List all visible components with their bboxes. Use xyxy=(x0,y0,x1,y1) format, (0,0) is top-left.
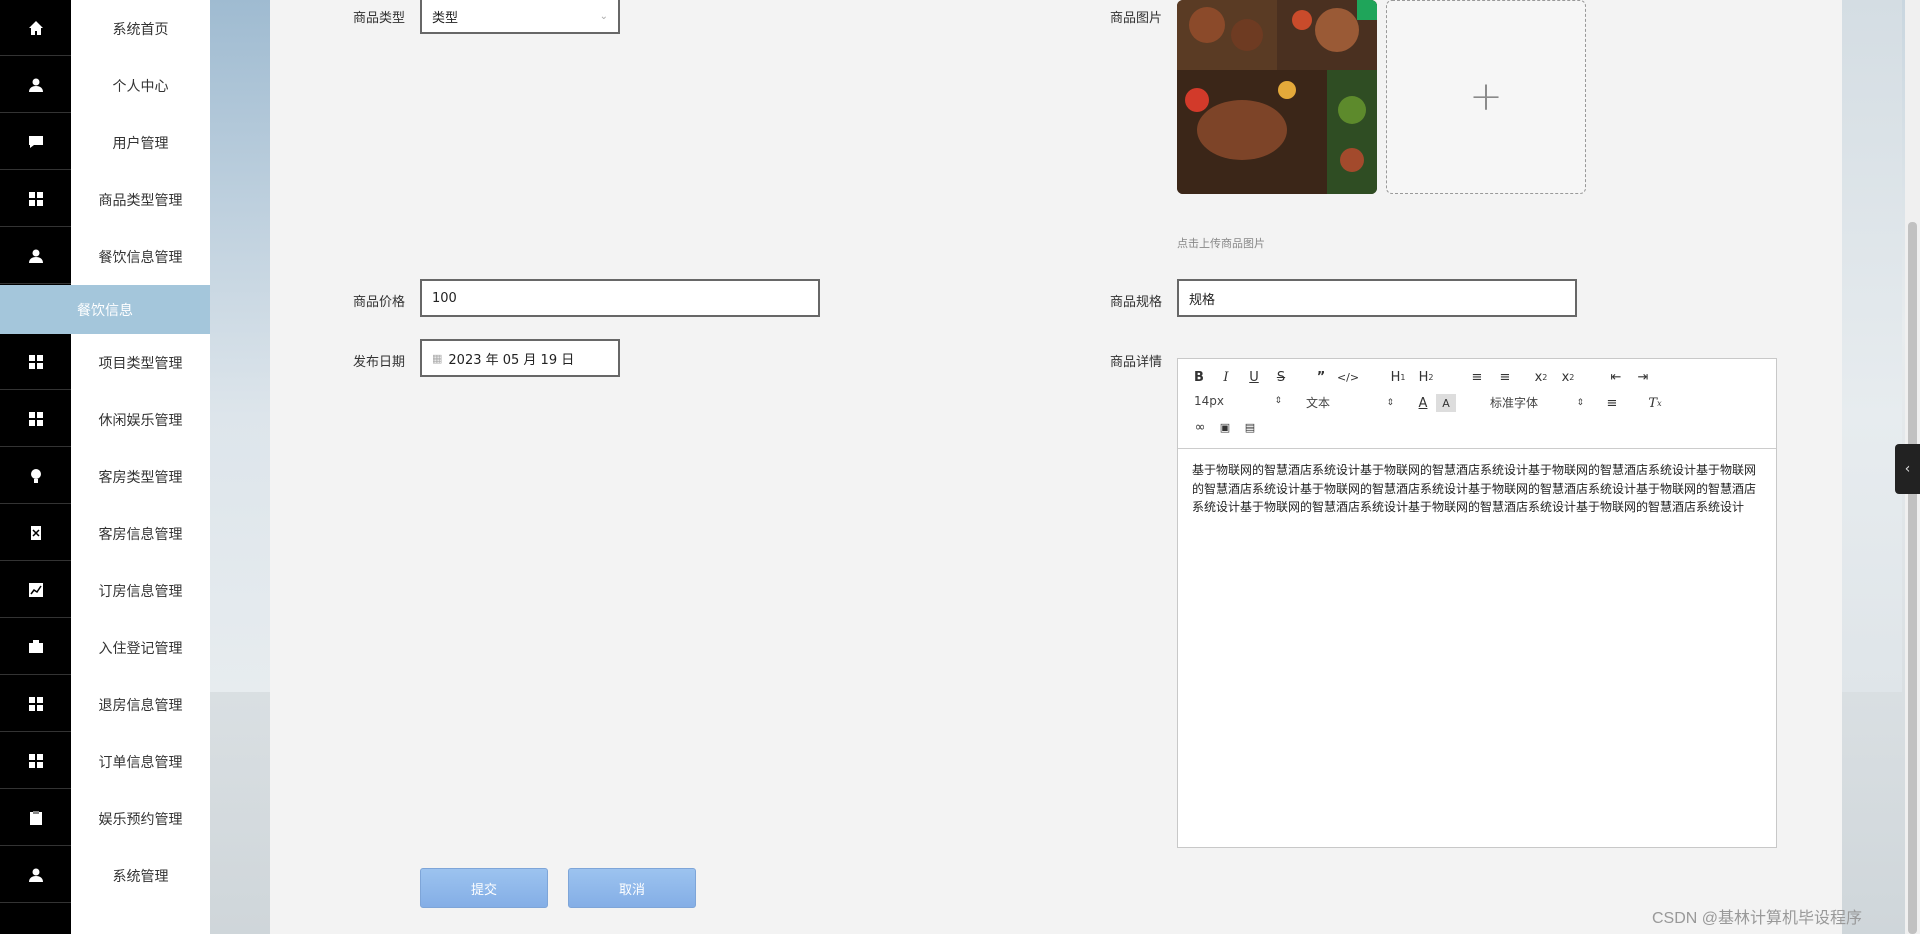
sidebar-menu: 系统首页 个人中心 用户管理 商品类型管理 餐饮信息管理 项目类型管理 休闲娱乐… xyxy=(71,0,210,934)
product-image-thumbnail[interactable] xyxy=(1177,0,1377,194)
calendar-icon: ▦ xyxy=(432,351,443,365)
grid-icon[interactable] xyxy=(0,733,71,789)
background-strip xyxy=(1842,0,1902,692)
sidebar-item-project-types[interactable]: 项目类型管理 xyxy=(71,334,210,391)
header1-icon[interactable]: H1 xyxy=(1386,368,1410,386)
user-icon[interactable] xyxy=(0,228,71,284)
spec-input[interactable]: 规格 xyxy=(1177,279,1577,317)
chat-icon[interactable] xyxy=(0,114,71,170)
bold-icon[interactable]: B xyxy=(1189,368,1209,386)
sidebar-item-system[interactable]: 系统管理 xyxy=(71,847,210,904)
image-upload-hint: 点击上传商品图片 xyxy=(1177,237,1265,250)
underline-icon[interactable]: U xyxy=(1244,368,1264,386)
grid-icon[interactable] xyxy=(0,171,71,227)
spec-label: 商品规格 xyxy=(1110,295,1163,310)
select-arrows-icon: ⇕ xyxy=(1274,396,1282,406)
publish-date-picker[interactable]: ▦ 2023 年 05 月 19 日 xyxy=(420,339,620,377)
editor-toolbar: B I U S ” </> H1 H2 ≡ ≡ x2 x2 ⇤ ⇥ 14px ⇕… xyxy=(1178,359,1776,449)
sidebar-item-rooms[interactable]: 客房信息管理 xyxy=(71,505,210,562)
font-color-icon[interactable]: A xyxy=(1413,394,1433,412)
select-arrows-icon: ⇕ xyxy=(1576,397,1584,408)
link-icon[interactable]: ∞ xyxy=(1190,418,1210,436)
price-label: 商品价格 xyxy=(353,295,406,310)
font-size-select[interactable]: 14px ⇕ xyxy=(1194,394,1282,408)
plus-icon: + xyxy=(1469,74,1503,120)
grid-icon[interactable] xyxy=(0,391,71,447)
block-type-select[interactable]: 文本 ⇕ xyxy=(1306,394,1394,411)
sidebar-item-checkout[interactable]: 退房信息管理 xyxy=(71,676,210,733)
sidebar-item-bookings[interactable]: 订房信息管理 xyxy=(71,562,210,619)
scrollbar-thumb[interactable] xyxy=(1908,222,1917,934)
product-type-select[interactable]: 类型 ⌄ xyxy=(420,0,620,34)
video-icon[interactable]: ▤ xyxy=(1240,418,1260,436)
collapse-toggle[interactable]: ‹ xyxy=(1895,444,1920,494)
product-image-label: 商品图片 xyxy=(1110,11,1163,26)
strikethrough-icon[interactable]: S xyxy=(1271,368,1291,386)
clear-format-icon[interactable]: Tx xyxy=(1645,394,1665,412)
user-icon[interactable] xyxy=(0,847,71,903)
sidebar-item-dining[interactable]: 餐饮信息管理 xyxy=(71,228,210,285)
publish-date-value: 2023 年 05 月 19 日 xyxy=(448,352,575,368)
home-icon[interactable] xyxy=(0,0,71,56)
sidebar-item-checkin[interactable]: 入住登记管理 xyxy=(71,619,210,676)
image-icon[interactable]: ▣ xyxy=(1215,418,1235,436)
sidebar-subitem-dining-info[interactable]: 餐饮信息 xyxy=(0,285,210,334)
price-input[interactable]: 100 xyxy=(420,279,820,317)
indent-icon[interactable]: ⇥ xyxy=(1633,368,1653,386)
grid-icon[interactable] xyxy=(0,676,71,732)
image-upload-button[interactable]: + xyxy=(1386,0,1586,194)
sidebar-item-reservations[interactable]: 娱乐预约管理 xyxy=(71,790,210,847)
code-icon[interactable]: </> xyxy=(1337,368,1359,386)
bulb-icon[interactable] xyxy=(0,448,71,504)
clipboard-icon[interactable] xyxy=(0,790,71,846)
user-icon[interactable] xyxy=(0,57,71,113)
rich-text-editor: B I U S ” </> H1 H2 ≡ ≡ x2 x2 ⇤ ⇥ 14px ⇕… xyxy=(1177,358,1777,848)
font-family-value: 标准字体 xyxy=(1490,396,1539,410)
background-strip xyxy=(210,0,270,692)
background-color-icon[interactable]: A xyxy=(1436,394,1456,412)
grid-icon[interactable] xyxy=(0,334,71,390)
outdent-icon[interactable]: ⇤ xyxy=(1606,368,1626,386)
sidebar-item-orders[interactable]: 订单信息管理 xyxy=(71,733,210,790)
chart-icon[interactable] xyxy=(0,562,71,618)
briefcase-icon[interactable] xyxy=(0,619,71,675)
editor-content[interactable]: 基于物联网的智慧酒店系统设计基于物联网的智慧酒店系统设计基于物联网的智慧酒店系统… xyxy=(1178,449,1776,529)
publish-date-label: 发布日期 xyxy=(353,355,406,370)
product-type-label: 商品类型 xyxy=(353,11,406,26)
superscript-icon[interactable]: x2 xyxy=(1558,368,1578,386)
header2-icon[interactable]: H2 xyxy=(1414,368,1438,386)
delete-doc-icon[interactable] xyxy=(0,505,71,561)
sidebar-icon-column xyxy=(0,0,71,934)
select-arrows-icon: ⇕ xyxy=(1386,397,1394,408)
block-type-value: 文本 xyxy=(1306,396,1331,410)
sidebar-item-home[interactable]: 系统首页 xyxy=(71,0,210,57)
watermark: CSDN @基林计算机毕设程序 xyxy=(1652,910,1863,927)
align-icon[interactable]: ≡ xyxy=(1602,394,1622,412)
sidebar-item-users[interactable]: 用户管理 xyxy=(71,114,210,171)
italic-icon[interactable]: I xyxy=(1216,368,1236,386)
food-image xyxy=(1177,0,1377,194)
chevron-left-icon: ‹ xyxy=(1904,461,1911,477)
font-size-value: 14px xyxy=(1194,394,1224,408)
sidebar-item-product-types[interactable]: 商品类型管理 xyxy=(71,171,210,228)
product-type-value: 类型 xyxy=(432,10,459,26)
sidebar-item-leisure[interactable]: 休闲娱乐管理 xyxy=(71,391,210,448)
subscript-icon[interactable]: x2 xyxy=(1531,368,1551,386)
detail-label: 商品详情 xyxy=(1110,355,1163,370)
ordered-list-icon[interactable]: ≡ xyxy=(1467,368,1487,386)
cancel-button[interactable]: 取消 xyxy=(568,868,696,908)
sidebar-item-profile[interactable]: 个人中心 xyxy=(71,57,210,114)
chevron-down-icon: ⌄ xyxy=(599,10,608,22)
font-family-select[interactable]: 标准字体 ⇕ xyxy=(1490,394,1584,411)
blockquote-icon[interactable]: ” xyxy=(1311,368,1331,386)
sidebar-item-room-types[interactable]: 客房类型管理 xyxy=(71,448,210,505)
bullet-list-icon[interactable]: ≡ xyxy=(1495,368,1515,386)
submit-button[interactable]: 提交 xyxy=(420,868,548,908)
